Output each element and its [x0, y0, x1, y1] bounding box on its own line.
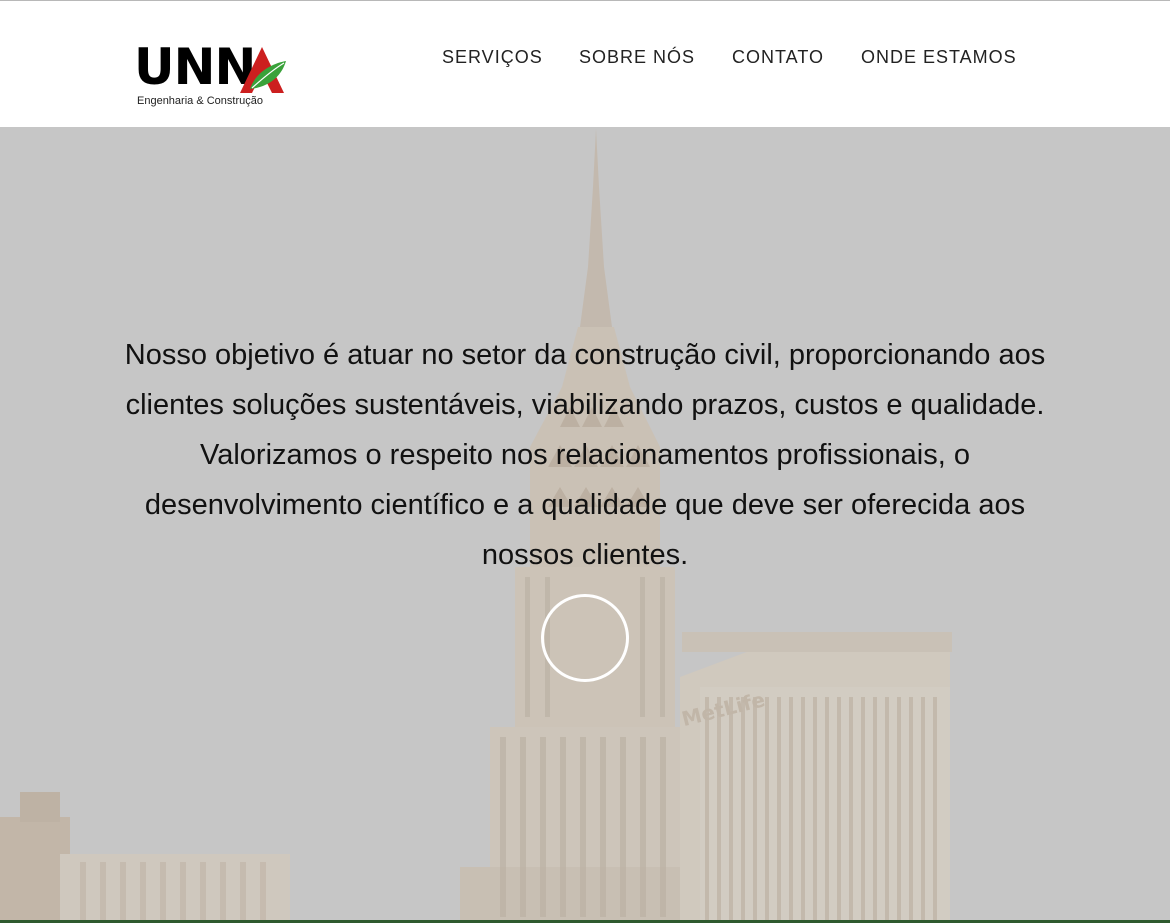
scroll-down-circle-icon[interactable] — [541, 594, 629, 682]
nav-item-contato[interactable]: CONTATO — [732, 47, 824, 68]
hero-mission-text: Nosso objetivo é atuar no setor da const… — [124, 339, 1046, 571]
hero-section: MetLife Nosso objetivo é atuar no setor … — [0, 127, 1170, 923]
nav-item-servicos[interactable]: SERVIÇOS — [442, 47, 543, 68]
page: UNN Engenharia & Construção SERVIÇOS SOB… — [0, 0, 1170, 923]
nav-item-sobre-nos[interactable]: SOBRE NÓS — [579, 47, 695, 68]
main-nav: SERVIÇOS SOBRE NÓS CONTATO ONDE ESTAMOS — [0, 47, 1170, 71]
logo-tagline: Engenharia & Construção — [137, 95, 263, 107]
site-header: UNN Engenharia & Construção SERVIÇOS SOB… — [0, 1, 1170, 127]
nav-item-onde-estamos[interactable]: ONDE ESTAMOS — [861, 47, 1017, 68]
